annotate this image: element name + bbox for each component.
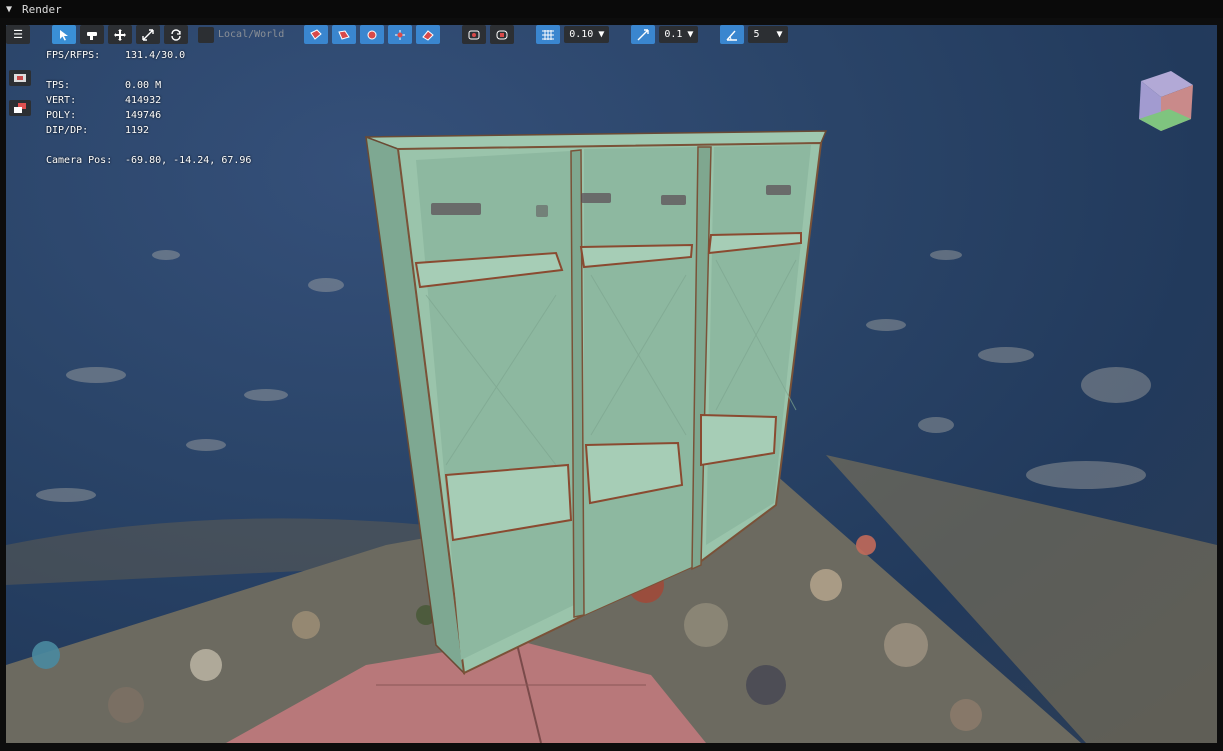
angle-snap-value: 5 bbox=[753, 29, 760, 40]
scale-icon bbox=[142, 28, 154, 41]
translate-snap-value: 0.10 bbox=[569, 29, 594, 40]
window-title: Render bbox=[22, 2, 62, 16]
focus-icon bbox=[468, 30, 480, 39]
rotate-tool-button[interactable] bbox=[164, 25, 188, 44]
magnet-icon bbox=[310, 28, 322, 40]
stat-value: 131.4/30.0 bbox=[125, 50, 186, 61]
angle-snap-select[interactable]: 5 ▼ bbox=[748, 26, 788, 43]
stat-value: 149746 bbox=[125, 110, 162, 121]
camera-focus-button[interactable] bbox=[462, 25, 487, 44]
bottom-border bbox=[0, 743, 1223, 751]
stat-key: Camera Pos: bbox=[46, 155, 113, 166]
cursor-arrow-icon bbox=[60, 29, 68, 40]
stats-overlay: FPS/RFPS: 131.4/30.0 TPS: 0.00 M VERT: 4149… bbox=[46, 48, 251, 168]
chevron-down-icon: ▼ bbox=[598, 29, 605, 40]
stat-poly: POLY: 149746 bbox=[46, 108, 251, 123]
scale-snap-toggle[interactable] bbox=[631, 25, 656, 44]
magnet-face-icon bbox=[367, 30, 377, 39]
camera-icon bbox=[14, 74, 26, 82]
stat-dip: DIP/DP: 1192 bbox=[46, 123, 251, 138]
stat-vert: VERT: 414932 bbox=[46, 93, 251, 108]
brush-tool-button[interactable] bbox=[80, 25, 104, 44]
snap-object-button[interactable] bbox=[416, 25, 441, 44]
frame-icon bbox=[496, 30, 508, 39]
stat-key: DIP/DP: bbox=[46, 125, 89, 136]
stat-key: FPS/RFPS: bbox=[46, 50, 101, 61]
local-world-label: Local/World bbox=[218, 29, 285, 40]
collapse-triangle-icon[interactable]: ▼ bbox=[6, 4, 12, 15]
magnet-grid-icon bbox=[395, 29, 406, 40]
stat-camera-pos: Camera Pos: -69.80, -14.24, 67.96 bbox=[46, 153, 251, 168]
menu-icon[interactable]: ☰ bbox=[6, 25, 30, 44]
stat-value: 414932 bbox=[125, 95, 162, 106]
scale-snap-select[interactable]: 0.1 ▼ bbox=[659, 26, 699, 43]
chevron-down-icon: ▼ bbox=[776, 29, 783, 40]
scale-snap-icon bbox=[637, 28, 650, 40]
stat-key: POLY: bbox=[46, 110, 77, 121]
brush-icon bbox=[87, 31, 97, 40]
select-tool-button[interactable] bbox=[52, 25, 76, 44]
move-tool-button[interactable] bbox=[108, 25, 132, 44]
move-arrows-icon bbox=[114, 28, 126, 41]
snap-face-button[interactable] bbox=[360, 25, 385, 44]
layers-button[interactable] bbox=[9, 100, 31, 116]
translate-snap-toggle[interactable] bbox=[536, 25, 561, 44]
camera-frame-button[interactable] bbox=[490, 25, 515, 44]
angle-snap-toggle[interactable] bbox=[720, 25, 745, 44]
scale-tool-button[interactable] bbox=[136, 25, 160, 44]
local-world-checkbox[interactable] bbox=[198, 26, 214, 43]
chevron-down-icon: ▼ bbox=[687, 29, 694, 40]
snap-edge-button[interactable] bbox=[332, 25, 357, 44]
stat-value: 0.00 M bbox=[125, 80, 162, 91]
window-titlebar[interactable]: ▼ Render bbox=[0, 0, 1223, 18]
grid-icon bbox=[542, 29, 555, 40]
scale-snap-value: 0.1 bbox=[664, 29, 683, 40]
stat-tps: TPS: 0.00 M bbox=[46, 78, 251, 93]
rotate-icon bbox=[171, 28, 181, 41]
screenshot-button[interactable] bbox=[9, 70, 31, 86]
magnet-object-icon bbox=[422, 29, 434, 41]
stat-value: 1192 bbox=[125, 125, 150, 136]
navigation-cube-icon[interactable] bbox=[1131, 63, 1203, 135]
angle-icon bbox=[726, 30, 738, 41]
snap-grid-button[interactable] bbox=[388, 25, 413, 44]
viewport-toolbar: ☰ Local/World 0.10 ▼ 0.1 ▼ 5 ▼ bbox=[6, 25, 788, 44]
layers-icon bbox=[14, 103, 26, 113]
magnet-edge-icon bbox=[338, 29, 351, 40]
translate-snap-select[interactable]: 0.10 ▼ bbox=[564, 26, 610, 43]
stat-key: VERT: bbox=[46, 95, 77, 106]
stat-fps: FPS/RFPS: 131.4/30.0 bbox=[46, 48, 251, 63]
stat-value: -69.80, -14.24, 67.96 bbox=[125, 155, 252, 166]
stat-key: TPS: bbox=[46, 80, 71, 91]
snap-vertex-button[interactable] bbox=[304, 25, 329, 44]
